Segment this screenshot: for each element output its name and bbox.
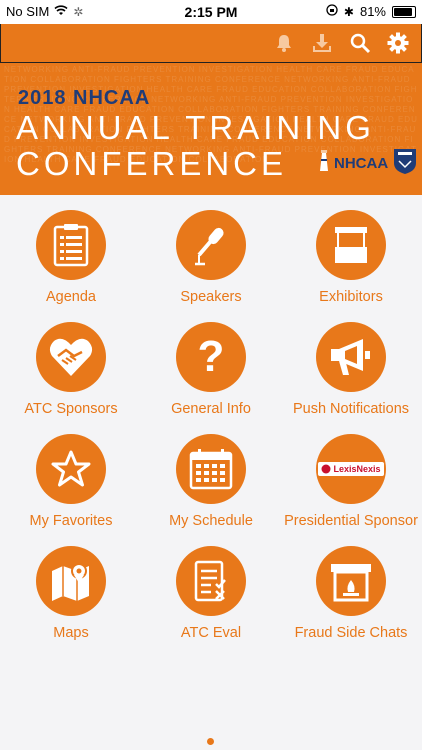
fireplace-icon [316,546,386,616]
bluetooth-icon: ✱ [343,4,354,19]
star-icon [36,434,106,504]
page-indicator-dot[interactable] [207,738,214,745]
conference-banner: NETWORKING ANTI-FRAUD PREVENTION INVESTI… [0,63,422,195]
tile-label-atc-eval: ATC Eval [180,625,242,641]
tile-label-fraud-side-chats: Fraud Side Chats [294,625,408,641]
tile-atc-sponsors[interactable]: ATC Sponsors [1,317,141,427]
map-pin-icon [36,546,106,616]
evaluation-form-icon [176,546,246,616]
bell-icon[interactable] [271,30,297,56]
tile-exhibitors[interactable]: Exhibitors [281,205,421,315]
tile-label-general-info: General Info [171,401,251,417]
tile-label-presidential-sponsor: Presidential Sponsor [284,513,418,529]
booth-icon [316,210,386,280]
seal-icon [392,147,418,180]
tile-label-push-notifications: Push Notifications [292,401,410,417]
banner-title-line2: CONFERENCE [16,145,288,182]
tile-speakers[interactable]: Speakers [141,205,281,315]
question-mark-icon: ? [176,322,246,392]
orientation-lock-icon [326,4,338,19]
microphone-icon [176,210,246,280]
tile-label-speakers: Speakers [180,289,242,305]
tile-atc-eval[interactable]: ATC Eval [141,541,281,651]
tile-maps[interactable]: Maps [1,541,141,651]
tile-presidential-sponsor[interactable]: LexisNexis Presidential Sponsor [281,429,421,539]
tile-general-info[interactable]: ? General Info [141,317,281,427]
lexisnexis-logo-text: LexisNexis [333,464,381,474]
lighthouse-icon [318,149,330,178]
tile-label-my-schedule: My Schedule [169,513,253,529]
handshake-heart-icon [36,322,106,392]
agenda-list-icon [36,210,106,280]
tile-label-my-favorites: My Favorites [29,513,113,529]
calendar-icon [176,434,246,504]
lexisnexis-logo: LexisNexis [316,434,386,504]
tile-my-schedule[interactable]: My Schedule [141,429,281,539]
tile-label-atc-sponsors: ATC Sponsors [24,401,118,417]
banner-title-line1: ANNUAL TRAINING [16,109,375,146]
tile-push-notifications[interactable]: Push Notifications [281,317,421,427]
tile-label-maps: Maps [53,625,89,641]
download-icon[interactable] [309,30,335,56]
status-bar: No SIM ✲ 2:15 PM ✱ 81% [0,0,422,24]
megaphone-icon [316,322,386,392]
battery-icon [392,5,416,18]
search-icon[interactable] [347,30,373,56]
tile-fraud-side-chats[interactable]: Fraud Side Chats [281,541,421,651]
top-toolbar [0,24,422,63]
gear-icon[interactable] [385,30,411,56]
banner-year: 2018 NHCAA [18,87,151,109]
tile-my-favorites[interactable]: My Favorites [1,429,141,539]
battery-percent: 81% [359,4,386,19]
tile-label-exhibitors: Exhibitors [319,289,383,305]
tile-agenda[interactable]: Agenda [1,205,141,315]
nhcaa-logo: NHCAA [318,147,418,180]
tile-label-agenda: Agenda [46,289,96,305]
nhcaa-logo-text: NHCAA [334,155,389,172]
